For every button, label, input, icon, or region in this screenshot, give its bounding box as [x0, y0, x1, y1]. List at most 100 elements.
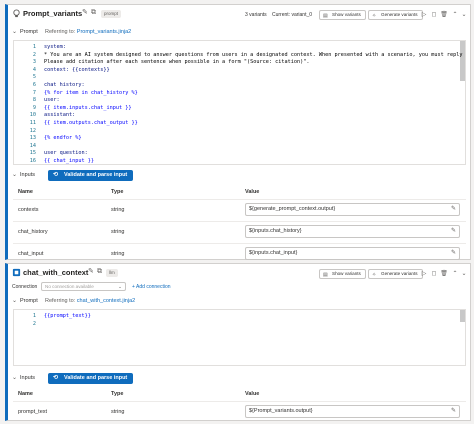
edit-value-icon[interactable]: ✎ [451, 204, 456, 215]
table-row: chat_input string ${inputs.chat_input} ✎ [13, 243, 466, 260]
table-row: contexts string ${generate_prompt_contex… [13, 199, 466, 221]
input-name: contexts [18, 207, 39, 213]
code-line[interactable]: {{prompt_text}} [44, 313, 91, 319]
input-type: string [111, 207, 125, 213]
referring-to: Referring to: chat_with_context.jinja2 [45, 298, 136, 304]
play-icon[interactable]: ▷ [420, 11, 428, 19]
code-line[interactable]: {% endfor %} [44, 135, 81, 141]
generate-variants-button[interactable]: ✧ Generate variants [368, 269, 423, 279]
chevron-up-icon[interactable]: ⌃ [451, 270, 459, 278]
prompt-file-link[interactable]: chat_with_context.jinja2 [77, 298, 135, 304]
node-title: Prompt_variants [23, 9, 83, 18]
line-number: 10 [29, 112, 36, 119]
connection-select[interactable]: No connection available ⌄ [41, 282, 126, 291]
chevron-down-icon: ⌄ [118, 284, 122, 289]
code-line[interactable]: Please add citation after each sentence … [44, 59, 309, 65]
code-line[interactable]: chat history: [44, 82, 85, 88]
delete-icon[interactable]: 🗑 [440, 11, 448, 19]
input-value-field[interactable]: ${inputs.chat_history} ✎ [245, 225, 460, 238]
line-number: 1 [32, 313, 36, 319]
code-line[interactable]: context: {{contexts}} [44, 67, 110, 73]
validate-icon: ⟲ [53, 375, 59, 381]
input-type: string [111, 229, 125, 235]
copy-icon[interactable]: ⧉ [97, 268, 105, 276]
connection-row: Connection No connection available ⌄ + A… [8, 281, 470, 293]
copy-icon[interactable]: ⧉ [91, 9, 99, 17]
node-header: Prompt_variants ✎ ⧉ prompt 3 variants Cu… [8, 5, 470, 23]
line-number: 11 [29, 120, 36, 126]
line-number: 2 [32, 51, 36, 58]
column-value: Value [245, 189, 260, 195]
code-line[interactable]: user question: [44, 150, 88, 156]
chevron-down-icon[interactable]: ⌄ [460, 11, 468, 19]
edit-icon[interactable]: ✎ [88, 268, 96, 276]
line-number: 3 [32, 59, 36, 66]
inputs-label: Inputs [20, 172, 35, 178]
input-name: prompt_text [18, 409, 48, 415]
line-number: 6 [32, 82, 36, 88]
node-header: chat_with_context ✎ ⧉ llm ▤ Show variant… [8, 264, 470, 282]
validate-icon: ⟲ [53, 172, 59, 178]
play-icon[interactable]: ▷ [420, 270, 428, 278]
code-line[interactable]: user: [44, 97, 60, 103]
line-number: 2 [32, 320, 36, 327]
stop-icon[interactable]: ◻ [430, 270, 438, 278]
line-number: 4 [32, 66, 36, 73]
variants-icon: ▤ [323, 13, 328, 19]
generate-variants-button[interactable]: ✧ Generate variants [368, 10, 423, 20]
chevron-up-icon[interactable]: ⌃ [451, 11, 459, 19]
line-number: 14 [29, 142, 36, 149]
line-number: 12 [29, 127, 36, 134]
input-value-field[interactable]: ${Prompt_variants.output} ✎ [245, 405, 460, 418]
input-name: chat_history [18, 229, 48, 235]
column-type: Type [111, 391, 124, 397]
code-line[interactable]: * You are an AI system designed to answe… [44, 52, 465, 58]
prompt-node-icon [13, 9, 20, 18]
code-line[interactable]: assistant: [44, 112, 75, 118]
input-value-field[interactable]: ${inputs.chat_input} ✎ [245, 247, 460, 260]
chevron-down-icon[interactable]: ⌄ [12, 297, 17, 304]
prompt-section-label: Prompt [20, 29, 38, 35]
edit-value-icon[interactable]: ✎ [451, 248, 456, 259]
chevron-down-icon[interactable]: ⌄ [460, 270, 468, 278]
inputs-table-header: Name Type Value [13, 391, 466, 401]
edit-icon[interactable]: ✎ [82, 9, 90, 17]
wand-icon: ✧ [372, 272, 377, 278]
variants-count: 3 variants [245, 12, 267, 18]
code-line[interactable]: {% for item in chat_history %} [44, 90, 138, 96]
editor-scrollbar[interactable] [460, 310, 465, 322]
edit-value-icon[interactable]: ✎ [451, 226, 456, 237]
table-row: chat_history string ${inputs.chat_histor… [13, 221, 466, 243]
column-type: Type [111, 189, 124, 195]
line-number: 1 [32, 44, 36, 50]
validate-parse-input-button[interactable]: ⟲ Validate and parse input [48, 373, 134, 384]
chevron-down-icon[interactable]: ⌄ [12, 374, 17, 381]
editor-scrollbar[interactable] [460, 41, 465, 81]
code-line[interactable]: {{ item.outputs.chat_output }} [44, 120, 138, 126]
prompt-variants-node: Prompt_variants ✎ ⧉ prompt 3 variants Cu… [5, 4, 471, 260]
show-variants-button[interactable]: ▤ Show variants [319, 269, 366, 279]
add-connection-link[interactable]: + Add connection [132, 284, 171, 290]
line-number: 13 [29, 135, 36, 142]
input-type: string [111, 409, 125, 415]
show-variants-button[interactable]: ▤ Show variants [319, 10, 366, 20]
edit-value-icon[interactable]: ✎ [451, 406, 456, 417]
chevron-down-icon[interactable]: ⌄ [12, 171, 17, 178]
inputs-section-header: ⌄ Inputs ⟲ Validate and parse input [8, 169, 470, 183]
prompt-section-header[interactable]: ⌄ Prompt Referring to: Prompt_variants.j… [8, 26, 470, 38]
inputs-table-header: Name Type Value [13, 189, 466, 199]
code-line[interactable]: {{ chat_input }} [44, 158, 94, 164]
referring-to: Referring to: Prompt_variants.jinja2 [45, 29, 132, 35]
code-line[interactable]: system: [44, 44, 66, 50]
line-number: 15 [29, 150, 36, 157]
prompt-code-editor[interactable]: 1 {{prompt_text}} 2 [13, 309, 466, 366]
prompt-section-header[interactable]: ⌄ Prompt Referring to: chat_with_context… [8, 295, 470, 307]
stop-icon[interactable]: ◻ [430, 11, 438, 19]
prompt-code-editor[interactable]: 1 system: 2 * You are an AI system designed… [13, 40, 466, 165]
prompt-file-link[interactable]: Prompt_variants.jinja2 [77, 29, 131, 35]
input-value-field[interactable]: ${generate_prompt_context.output} ✎ [245, 203, 460, 216]
chevron-down-icon[interactable]: ⌄ [12, 28, 17, 35]
delete-icon[interactable]: 🗑 [440, 270, 448, 278]
code-line[interactable]: {{ item.inputs.chat_input }} [44, 105, 131, 111]
validate-parse-input-button[interactable]: ⟲ Validate and parse input [48, 170, 134, 181]
